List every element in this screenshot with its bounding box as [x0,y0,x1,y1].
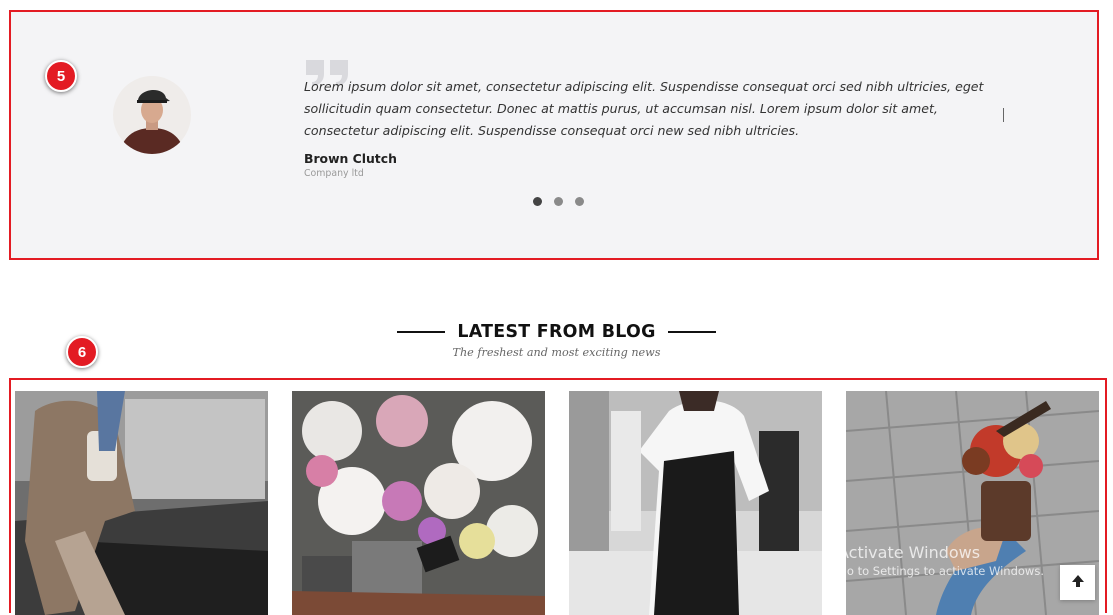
slider-dot-3[interactable] [575,197,584,206]
marker-badge-5: 5 [45,60,77,92]
blog-post-image-2[interactable] [292,391,545,615]
blog-post-image-3[interactable] [569,391,822,615]
blog-post-image-1[interactable] [15,391,268,615]
testimonial-quote: Lorem ipsum dolor sit amet, consectetur … [304,79,984,138]
blog-posts-grid [9,378,1107,615]
title-divider-left [397,331,446,333]
testimonial-author: Brown Clutch [304,151,397,166]
arrow-up-icon [1071,573,1085,592]
back-to-top-button[interactable] [1060,565,1095,600]
section-title: LATEST FROM BLOG [457,322,656,342]
slider-dot-1[interactable] [533,197,542,206]
testimonial-section: 5 Lorem ipsum dolor sit amet, consectetu… [9,10,1099,260]
text-cursor [1003,108,1004,122]
slider-dot-2[interactable] [554,197,563,206]
author-avatar [113,76,191,154]
slider-dots [533,197,584,206]
blog-heading: LATEST FROM BLOG The freshest and most e… [0,322,1113,359]
testimonial-company: Company ltd [304,168,364,179]
section-subtitle: The freshest and most exciting news [452,346,661,359]
title-divider-right [667,331,716,333]
